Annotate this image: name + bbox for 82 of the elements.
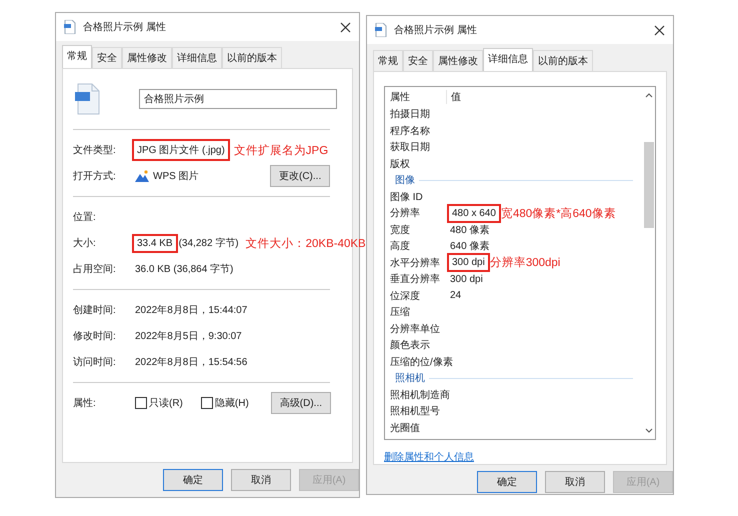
property-name: 垂直分辨率	[390, 272, 441, 286]
property-value: 300 dpi	[450, 274, 483, 285]
image-file-icon	[64, 20, 76, 34]
property-name: 颜色表示	[390, 338, 431, 352]
field-label: 大小:	[73, 236, 97, 250]
field-label: 访问时间:	[73, 356, 117, 369]
property-name: 获取日期	[390, 140, 431, 154]
property-name: 照相机型号	[390, 404, 441, 418]
field-value: JPG 图片文件 (.jpg)	[135, 142, 227, 158]
chevron-down-icon[interactable]	[645, 428, 653, 433]
close-icon[interactable]	[654, 24, 665, 36]
property-name: 拍摄日期	[390, 108, 431, 122]
property-name: 光圈值	[390, 422, 421, 435]
field-label: 占用空间:	[73, 262, 117, 276]
remove-properties-link[interactable]: 删除属性和个人信息	[384, 450, 474, 464]
property-name: 宽度	[390, 224, 411, 237]
field-value: 2022年8月5日，9:30:07	[135, 330, 242, 343]
property-name: 程序名称	[390, 124, 431, 138]
tab[interactable]: 常规	[62, 45, 92, 68]
checkbox-label[interactable]: 只读(R)	[149, 396, 183, 410]
window-title: 合格照片示例 属性	[394, 24, 478, 37]
dialog-button[interactable]: 确定	[477, 471, 537, 493]
field-label: 文件类型:	[73, 144, 117, 157]
tab[interactable]: 属性修改	[433, 50, 483, 71]
scrollbar-thumb[interactable]	[644, 142, 654, 228]
property-name: 图像 ID	[390, 190, 424, 204]
advanced-button[interactable]: 高级(D)...	[270, 392, 331, 414]
field-value: WPS 图片	[153, 170, 199, 183]
tab[interactable]: 详细信息	[172, 47, 222, 68]
property-value: 24	[450, 290, 462, 302]
file-name-field[interactable]: 合格照片示例	[139, 89, 337, 109]
property-name: 照相机制造商	[390, 388, 450, 402]
close-icon[interactable]	[340, 22, 351, 32]
field-value: 2022年8月8日，15:44:07	[135, 304, 248, 317]
dialog-button[interactable]: 取消	[231, 469, 291, 491]
field-label: 属性:	[73, 396, 97, 410]
property-name: 高度	[390, 240, 411, 254]
property-value: 480 x 640	[450, 206, 498, 220]
field-label: 创建时间:	[73, 304, 117, 317]
tab[interactable]: 常规	[373, 50, 403, 71]
property-name: 位深度	[390, 290, 421, 303]
image-file-icon	[375, 23, 387, 37]
tab[interactable]: 以前的版本	[533, 50, 593, 71]
annotation-text: 分辨率300dpi	[490, 256, 560, 270]
dialog-button[interactable]: 确定	[163, 469, 223, 491]
annotation-text: 宽480像素*高640像素	[500, 206, 616, 221]
property-name: 压缩的位/像素	[390, 356, 453, 369]
field-value: 36.0 KB (36,864 字节)	[135, 262, 234, 276]
change-button[interactable]: 更改(C)...	[270, 165, 330, 187]
column-header[interactable]: 值	[447, 90, 461, 104]
image-file-icon	[75, 83, 101, 115]
field-label: 修改时间:	[73, 330, 117, 343]
annotation-text: 文件扩展名为JPG	[234, 143, 328, 158]
tab[interactable]: 以前的版本	[222, 47, 282, 68]
property-value: 300 dpi	[450, 256, 487, 270]
chevron-up-icon[interactable]	[645, 93, 653, 98]
annotation-text: 文件大小：20KB-40KB	[246, 236, 366, 250]
dialog-button[interactable]: 取消	[545, 471, 605, 493]
column-header[interactable]: 属性	[390, 90, 447, 104]
group-header: 照相机	[395, 372, 425, 386]
mountain-icon	[135, 170, 149, 182]
tab[interactable]: 属性修改	[122, 47, 172, 68]
property-name: 水平分辨率	[390, 256, 441, 270]
field-value: 2022年8月8日，15:54:56	[135, 356, 248, 369]
property-name: 分辨率	[390, 206, 421, 220]
property-name: 压缩	[390, 306, 411, 320]
field-label: 位置:	[73, 210, 97, 224]
field-value: 33.4 KB	[135, 236, 175, 250]
property-value: 640 像素	[450, 240, 490, 254]
property-name: 版权	[390, 158, 411, 171]
checkbox-label[interactable]: 隐藏(H)	[214, 396, 249, 410]
property-value: 480 像素	[450, 224, 490, 237]
window-title: 合格照片示例 属性	[83, 20, 167, 34]
tab[interactable]: 安全	[92, 47, 122, 68]
tab[interactable]: 安全	[403, 50, 433, 71]
group-header: 图像	[395, 174, 415, 188]
tab[interactable]: 详细信息	[483, 48, 533, 71]
field-label: 打开方式:	[73, 170, 117, 183]
checkbox[interactable]	[135, 397, 147, 409]
checkbox[interactable]	[200, 397, 213, 409]
property-name: 分辨率单位	[390, 322, 441, 336]
field-value: (34,282 字节)	[178, 236, 239, 250]
